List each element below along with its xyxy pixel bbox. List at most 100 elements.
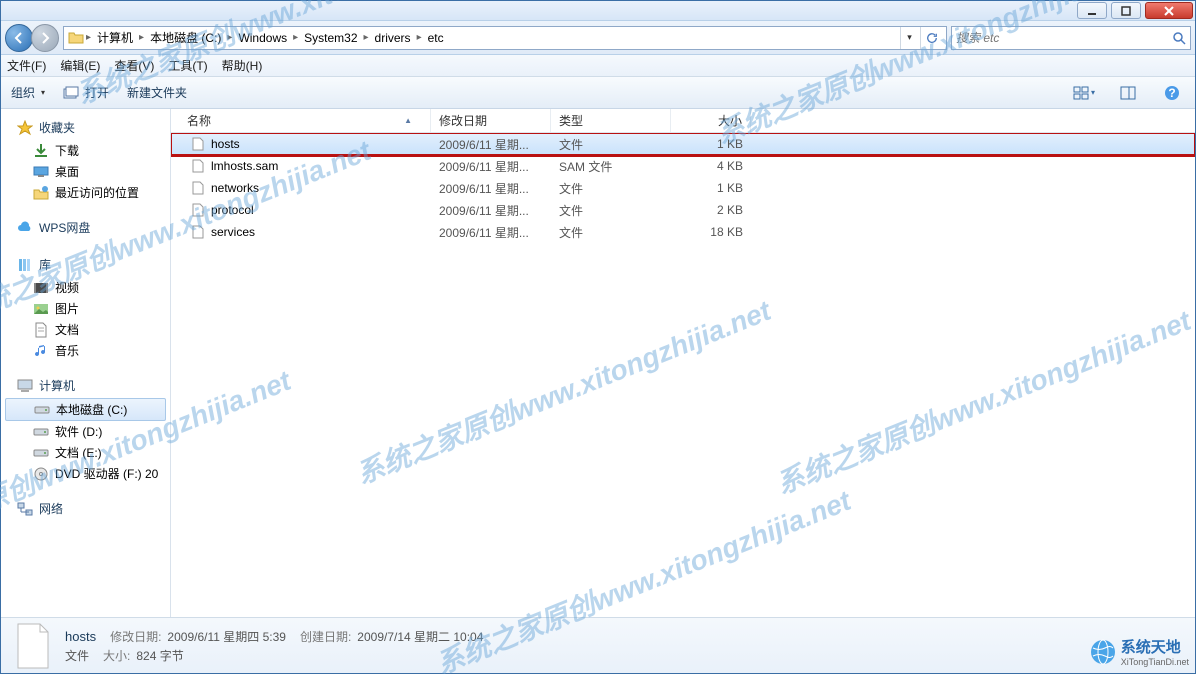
disc-icon — [33, 466, 49, 482]
details-modified: 2009/6/11 星期四 5:39 — [167, 628, 286, 645]
file-type: 文件 — [551, 224, 671, 241]
file-size: 2 KB — [671, 203, 751, 217]
sidebar-item-videos[interactable]: 视频 — [1, 277, 170, 298]
column-header-date[interactable]: 修改日期 — [431, 109, 551, 132]
library-icon — [17, 257, 33, 273]
refresh-button[interactable] — [920, 27, 942, 49]
sidebar-item-downloads[interactable]: 下载 — [1, 140, 170, 161]
file-size: 1 KB — [671, 181, 751, 195]
file-row[interactable]: hosts2009/6/11 星期...文件1 KB — [171, 133, 1195, 155]
menu-tools[interactable]: 工具(T) — [168, 57, 207, 74]
breadcrumb-drivers[interactable]: drivers — [371, 31, 415, 45]
breadcrumb-etc[interactable]: etc — [424, 31, 448, 45]
breadcrumb-c-drive[interactable]: 本地磁盘 (C:) — [146, 29, 225, 46]
view-icon — [1073, 85, 1089, 101]
organize-button[interactable]: 组织▾ — [11, 84, 45, 101]
main-area: 收藏夹 下载 桌面 最近访问的位置 WPS网盘 库 视频 图片 文档 音乐 计算… — [1, 109, 1195, 617]
crumb-sep-icon: ▸ — [364, 32, 369, 43]
details-size: 824 字节 — [136, 647, 183, 664]
computer-icon — [17, 378, 33, 394]
menu-bar: 文件(F) 编辑(E) 查看(V) 工具(T) 帮助(H) — [1, 55, 1195, 77]
help-button[interactable]: ? — [1159, 82, 1185, 104]
corner-logo: 系统天地 XiTongTianDi.net — [1089, 636, 1189, 667]
file-name: hosts — [211, 137, 240, 151]
file-row[interactable]: lmhosts.sam 2009/6/11 星期...SAM 文件4 KB — [171, 155, 1195, 177]
refresh-icon — [926, 32, 938, 44]
crumb-sep-icon: ▸ — [139, 32, 144, 43]
view-options-button[interactable]: ▾ — [1071, 82, 1097, 104]
open-icon — [63, 86, 79, 100]
sidebar-computer-header[interactable]: 计算机 — [1, 375, 170, 398]
column-header-size[interactable]: 大小 — [671, 109, 751, 132]
globe-icon — [1089, 638, 1117, 666]
file-list: hosts2009/6/11 星期...文件1 KBlmhosts.sam200… — [171, 133, 1195, 617]
column-header-type[interactable]: 类型 — [551, 109, 671, 132]
file-name: lmhosts.sam — [211, 159, 278, 173]
new-folder-button[interactable]: 新建文件夹 — [127, 84, 187, 101]
svg-text:?: ? — [1168, 86, 1175, 100]
file-type: 文件 — [551, 202, 671, 219]
sidebar-item-dvd-drive[interactable]: DVD 驱动器 (F:) 20 — [1, 463, 170, 484]
sidebar-item-d-drive[interactable]: 软件 (D:) — [1, 421, 170, 442]
breadcrumb-system32[interactable]: System32 — [300, 31, 361, 45]
cloud-icon — [17, 220, 33, 236]
file-list-pane: 名称▲ 修改日期 类型 大小 hosts2009/6/11 星期...文件1 K… — [171, 109, 1195, 617]
file-icon — [191, 159, 205, 173]
breadcrumb-computer[interactable]: 计算机 — [93, 29, 137, 46]
menu-edit[interactable]: 编辑(E) — [60, 57, 100, 74]
sidebar-item-desktop[interactable]: 桌面 — [1, 161, 170, 182]
address-dropdown-button[interactable]: ▾ — [900, 27, 918, 49]
sidebar-libraries-header[interactable]: 库 — [1, 254, 170, 277]
drive-icon — [33, 424, 49, 440]
file-icon — [191, 137, 205, 151]
maximize-button[interactable] — [1111, 2, 1141, 19]
menu-help[interactable]: 帮助(H) — [222, 57, 263, 74]
recent-icon — [33, 185, 49, 201]
details-created: 2009/7/14 星期二 10:04 — [357, 628, 483, 645]
file-date: 2009/6/11 星期... — [431, 202, 551, 219]
sidebar-item-pictures[interactable]: 图片 — [1, 298, 170, 319]
search-box[interactable] — [951, 26, 1191, 50]
sidebar-item-e-drive[interactable]: 文档 (E:) — [1, 442, 170, 463]
sidebar-item-documents[interactable]: 文档 — [1, 319, 170, 340]
file-type: SAM 文件 — [551, 158, 671, 175]
title-bar — [1, 1, 1195, 21]
toolbar: 组织▾ 打开 新建文件夹 ▾ ? — [1, 77, 1195, 109]
file-date: 2009/6/11 星期... — [431, 180, 551, 197]
file-row[interactable]: networks2009/6/11 星期...文件1 KB — [171, 177, 1195, 199]
file-name: protocol — [211, 203, 254, 217]
sidebar-item-recent[interactable]: 最近访问的位置 — [1, 182, 170, 203]
navigation-pane: 收藏夹 下载 桌面 最近访问的位置 WPS网盘 库 视频 图片 文档 音乐 计算… — [1, 109, 171, 617]
file-date: 2009/6/11 星期... — [431, 224, 551, 241]
file-large-icon — [13, 622, 53, 670]
explorer-window: 系统之家原创www.xitongzhijia.net 系统之家原创www.xit… — [0, 0, 1196, 674]
file-size: 4 KB — [671, 159, 751, 173]
address-bar[interactable]: ▸ 计算机 ▸ 本地磁盘 (C:) ▸ Windows ▸ System32 ▸… — [63, 26, 947, 50]
sidebar-network[interactable]: 网络 — [1, 498, 170, 521]
file-row[interactable]: protocol 2009/6/11 星期...文件2 KB — [171, 199, 1195, 221]
close-button[interactable] — [1145, 2, 1193, 19]
menu-file[interactable]: 文件(F) — [7, 57, 46, 74]
help-icon: ? — [1164, 85, 1180, 101]
minimize-button[interactable] — [1077, 2, 1107, 19]
sidebar-item-c-drive[interactable]: 本地磁盘 (C:) — [5, 398, 166, 421]
preview-pane-button[interactable] — [1115, 82, 1141, 104]
breadcrumb-windows[interactable]: Windows — [234, 31, 291, 45]
file-row[interactable]: services2009/6/11 星期...文件18 KB — [171, 221, 1195, 243]
file-type: 文件 — [551, 136, 671, 153]
sidebar-favorites-header[interactable]: 收藏夹 — [1, 117, 170, 140]
search-input[interactable] — [956, 31, 1172, 45]
search-icon — [1172, 31, 1186, 45]
sidebar-wps[interactable]: WPS网盘 — [1, 217, 170, 240]
menu-view[interactable]: 查看(V) — [114, 57, 154, 74]
document-icon — [33, 322, 49, 338]
sidebar-item-music[interactable]: 音乐 — [1, 340, 170, 361]
open-button[interactable]: 打开 — [63, 84, 109, 101]
forward-button[interactable] — [31, 24, 59, 52]
music-icon — [33, 343, 49, 359]
picture-icon — [33, 301, 49, 317]
column-header-name[interactable]: 名称▲ — [171, 109, 431, 132]
back-button[interactable] — [5, 24, 33, 52]
file-date: 2009/6/11 星期... — [431, 158, 551, 175]
desktop-icon — [33, 164, 49, 180]
